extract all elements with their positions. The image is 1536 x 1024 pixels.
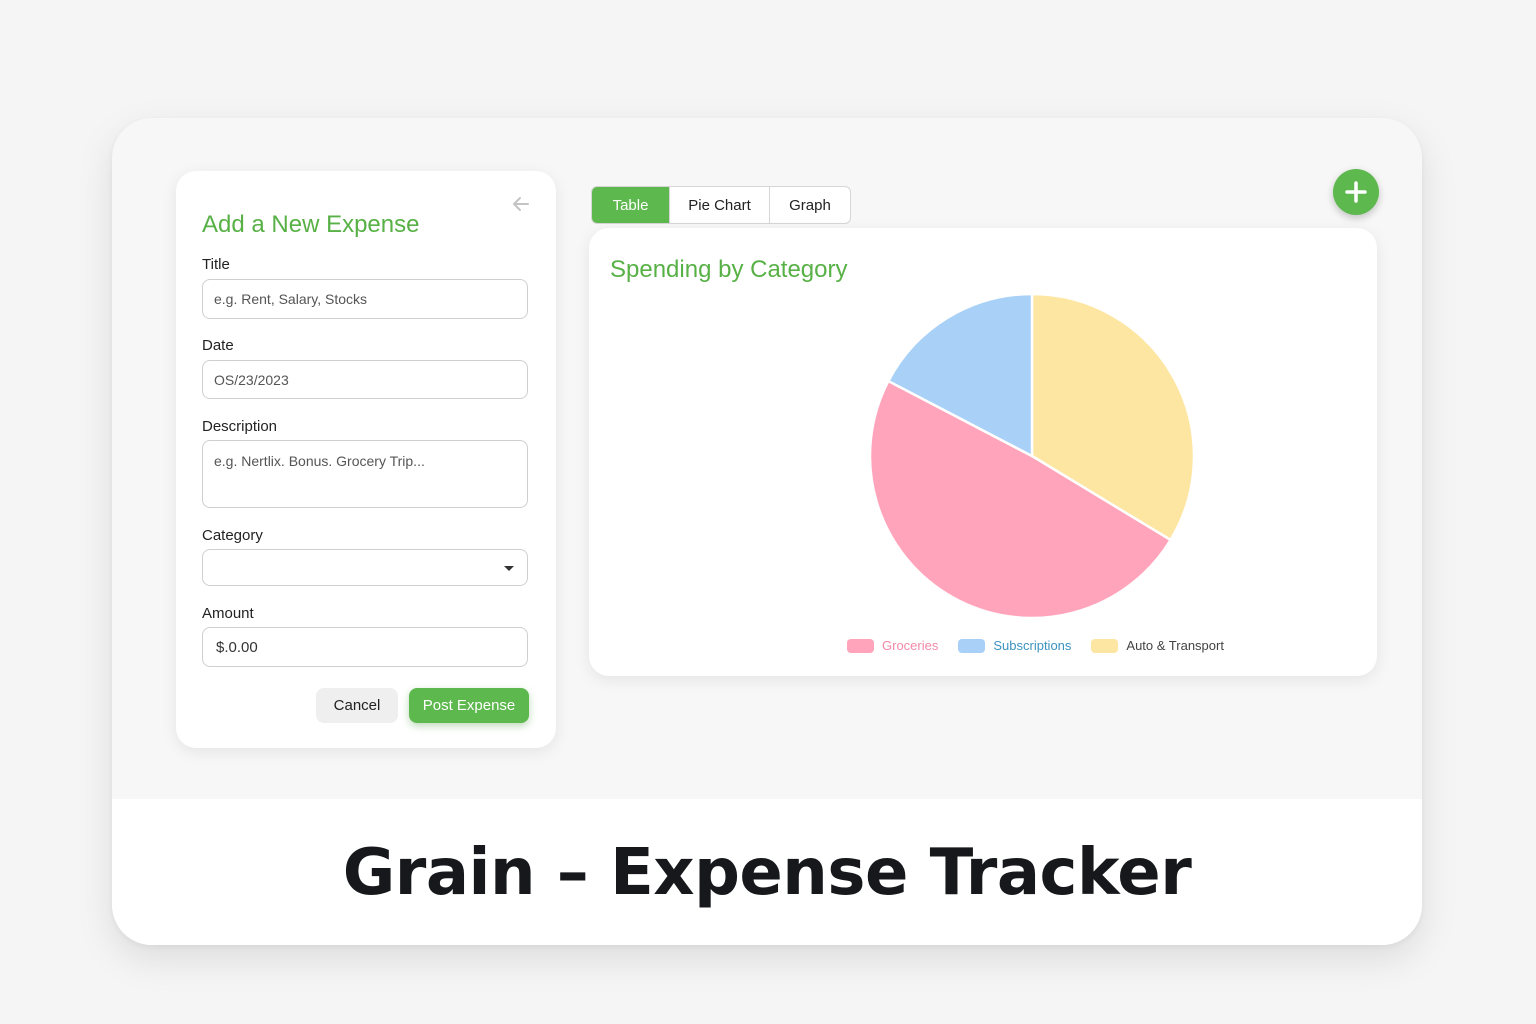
app-caption: Grain – Expense Tracker	[342, 836, 1192, 910]
tab-graph[interactable]: Graph	[770, 187, 850, 223]
app-frame: Add a New Expense Title e.g. Rent, Salar…	[112, 118, 1422, 945]
legend-item: Auto & Transport	[1091, 638, 1224, 653]
amount-label: Amount	[202, 605, 254, 622]
amount-input[interactable]: $.0.00	[202, 627, 528, 667]
date-input[interactable]: OS/23/2023	[202, 360, 528, 399]
legend-label: Groceries	[882, 638, 939, 653]
caption-bar: Grain – Expense Tracker	[112, 799, 1422, 945]
category-select[interactable]	[202, 549, 528, 586]
chevron-down-icon	[504, 566, 514, 571]
pie-chart	[868, 292, 1196, 620]
legend-swatch	[847, 638, 874, 653]
date-label: Date	[202, 337, 234, 354]
tab-pie-chart[interactable]: Pie Chart	[670, 187, 770, 223]
add-expense-button[interactable]	[1333, 169, 1379, 215]
plus-icon	[1345, 181, 1367, 203]
form-title: Add a New Expense	[202, 211, 420, 238]
view-tabs: Table Pie Chart Graph	[591, 186, 851, 224]
legend-item: Groceries	[847, 638, 938, 653]
post-expense-button[interactable]: Post Expense	[409, 688, 529, 723]
tab-table[interactable]: Table	[592, 187, 670, 223]
category-label: Category	[202, 527, 263, 544]
legend-swatch	[1091, 638, 1119, 653]
legend-label: Subscriptions	[993, 638, 1072, 653]
chart-title: Spending by Category	[610, 256, 848, 283]
back-arrow-icon[interactable]	[510, 193, 532, 215]
title-label: Title	[202, 256, 230, 273]
title-input[interactable]: e.g. Rent, Salary, Stocks	[202, 279, 528, 319]
description-textarea[interactable]: e.g. Nertlix. Bonus. Grocery Trip...	[202, 440, 528, 508]
legend-label: Auto & Transport	[1126, 638, 1224, 653]
spending-chart-card: Spending by Category Groceries Subscripti…	[589, 228, 1377, 676]
legend-item: Subscriptions	[958, 638, 1071, 653]
cancel-button[interactable]: Cancel	[316, 688, 398, 723]
add-expense-form: Add a New Expense Title e.g. Rent, Salar…	[176, 171, 556, 748]
legend-swatch	[958, 638, 986, 653]
chart-legend: Groceries Subscriptions Auto & Transport	[847, 638, 1244, 653]
description-label: Description	[202, 418, 278, 435]
